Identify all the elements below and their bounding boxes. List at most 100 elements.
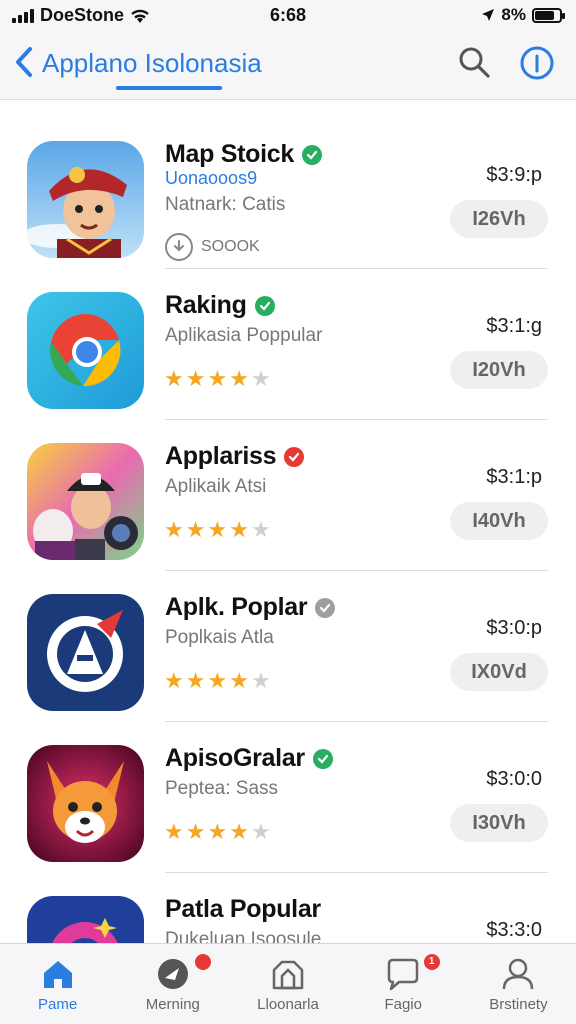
app-price: $3:3:0: [486, 919, 542, 941]
pirate-app-icon: [27, 141, 144, 258]
app-subtitle: Aplikasia Poppular: [165, 325, 323, 346]
star-filled-icon: ★: [207, 819, 228, 844]
app-row[interactable]: ApisoGralar Peptea: Sass ★ ★ ★ ★ ★ $3:0:0 I3…: [0, 722, 576, 873]
app-subtitle: Dukeluan Isoosule: [165, 929, 322, 943]
battery-icon: [532, 7, 565, 23]
info-button[interactable]: [519, 45, 555, 81]
verified-badge-icon: [315, 597, 336, 618]
location-arrow-icon: [482, 9, 495, 21]
tab-label: Fagio: [384, 996, 422, 1013]
app-title: ApisoGralar: [165, 744, 333, 773]
star-filled-icon: ★: [229, 517, 249, 542]
search-button[interactable]: [456, 44, 492, 80]
tab-discover[interactable]: Merning: [115, 944, 230, 1024]
get-button[interactable]: I40Vh: [450, 502, 548, 540]
install-label: SOOOK: [201, 238, 260, 255]
chevron-left-icon: [16, 47, 32, 77]
star-filled-icon: ★: [164, 668, 184, 693]
notification-dot: [195, 954, 212, 970]
app-title: Applariss: [165, 442, 305, 471]
app-list: Map Stoick Uonaooos9 Natnark: Catis SOOO…: [0, 101, 576, 943]
install-note: SOOOK: [165, 233, 260, 261]
app-name: Raking: [165, 291, 247, 319]
navigation-bar: Applano Isolonasia: [0, 30, 576, 100]
back-button[interactable]: [10, 44, 38, 80]
chat-icon: [387, 958, 419, 991]
download-icon: [165, 233, 193, 261]
star-empty-icon: ★: [250, 668, 271, 693]
get-button[interactable]: I20Vh: [450, 351, 548, 389]
tab-label: Pame: [38, 996, 78, 1013]
app-developer[interactable]: Uonaooos9: [165, 168, 257, 189]
tab-label: Lloonarla: [257, 996, 319, 1013]
rating-stars: ★ ★ ★ ★ ★: [164, 368, 271, 390]
app-subtitle: Peptea: Sass: [165, 778, 279, 799]
app-subtitle: Aplikaik Atsi: [165, 476, 267, 497]
page-title: Applano Isolonasia: [42, 48, 262, 78]
browser-app-icon: [27, 292, 144, 409]
app-row[interactable]: Aplk. Poplar Poplkais Atla ★ ★ ★ ★ ★ $3:0:p …: [0, 571, 576, 722]
star-filled-icon: ★: [164, 366, 184, 391]
fox-app-icon: [27, 745, 144, 862]
verified-badge-icon: [284, 446, 305, 467]
tab-bar: Pame Merning Lloonarla 1 Fagio Brstinety: [0, 943, 576, 1024]
app-name: ApisoGralar: [165, 744, 305, 772]
star-filled-icon: ★: [207, 517, 228, 542]
star-empty-icon: ★: [250, 366, 271, 391]
verified-badge-icon: [254, 295, 275, 316]
star-empty-icon: ★: [250, 517, 271, 542]
status-right: 8%: [481, 5, 565, 25]
get-button[interactable]: I26Vh: [450, 200, 548, 238]
app-price: $3:0:0: [486, 768, 542, 790]
store-icon: [272, 960, 304, 990]
app-price: $3:9:p: [486, 164, 542, 186]
star-filled-icon: ★: [207, 668, 228, 693]
tab-label: Merning: [145, 996, 200, 1013]
app-price: $3:0:p: [486, 617, 542, 639]
purple-app-icon: [27, 896, 144, 943]
app-row[interactable]: Raking Aplikasia Poppular ★ ★ ★ ★ ★ $3:1:g I…: [0, 269, 576, 420]
title-underline: [116, 86, 222, 90]
rating-stars: ★ ★ ★ ★ ★: [164, 519, 271, 541]
app-title: Raking: [165, 291, 275, 320]
compass-a-app-icon: [27, 594, 144, 711]
home-icon: [43, 961, 72, 988]
verified-badge-icon: [301, 144, 322, 165]
app-row[interactable]: Map Stoick Uonaooos9 Natnark: Catis SOOO…: [0, 118, 576, 269]
battery-level: [535, 10, 555, 20]
get-button[interactable]: I30Vh: [450, 804, 548, 842]
notification-badge: 1: [423, 954, 440, 970]
battery-percent: 8%: [501, 5, 526, 24]
app-price: $3:1:p: [486, 466, 542, 488]
app-title: Patla Popular: [165, 895, 321, 924]
photographer-app-icon: [27, 443, 144, 560]
app-name: Aplk. Poplar: [165, 593, 308, 621]
compass-icon: [157, 959, 188, 989]
get-button[interactable]: IX0Vd: [450, 653, 548, 691]
tab-profile[interactable]: Brstinety: [461, 944, 576, 1024]
profile-icon: [503, 958, 534, 990]
status-bar: DoeStone 6:68 8%: [0, 0, 576, 30]
app-price: $3:1:g: [486, 315, 542, 337]
star-filled-icon: ★: [185, 517, 206, 542]
star-filled-icon: ★: [164, 819, 184, 844]
app-row[interactable]: Applariss Aplikaik Atsi ★ ★ ★ ★ ★ $3:1:p I40…: [0, 420, 576, 571]
app-row[interactable]: Patla Popular Dukeluan Isoosule $3:3:0: [0, 873, 576, 943]
app-subtitle: Poplkais Atla: [165, 627, 274, 648]
star-filled-icon: ★: [185, 366, 206, 391]
star-empty-icon: ★: [250, 819, 271, 844]
tab-store[interactable]: Lloonarla: [230, 944, 345, 1024]
app-title: Aplk. Poplar: [165, 593, 336, 622]
tab-messages[interactable]: 1 Fagio: [346, 944, 461, 1024]
tab-label: Brstinety: [489, 996, 548, 1013]
star-filled-icon: ★: [185, 819, 206, 844]
app-name: Map Stoick: [165, 140, 294, 168]
tab-home[interactable]: Pame: [0, 944, 115, 1024]
star-filled-icon: ★: [207, 366, 228, 391]
star-filled-icon: ★: [229, 819, 249, 844]
star-filled-icon: ★: [229, 668, 249, 693]
star-filled-icon: ★: [185, 668, 206, 693]
app-subtitle: Natnark: Catis: [165, 194, 286, 215]
rating-stars: ★ ★ ★ ★ ★: [164, 821, 271, 843]
app-name: Applariss: [165, 442, 277, 470]
